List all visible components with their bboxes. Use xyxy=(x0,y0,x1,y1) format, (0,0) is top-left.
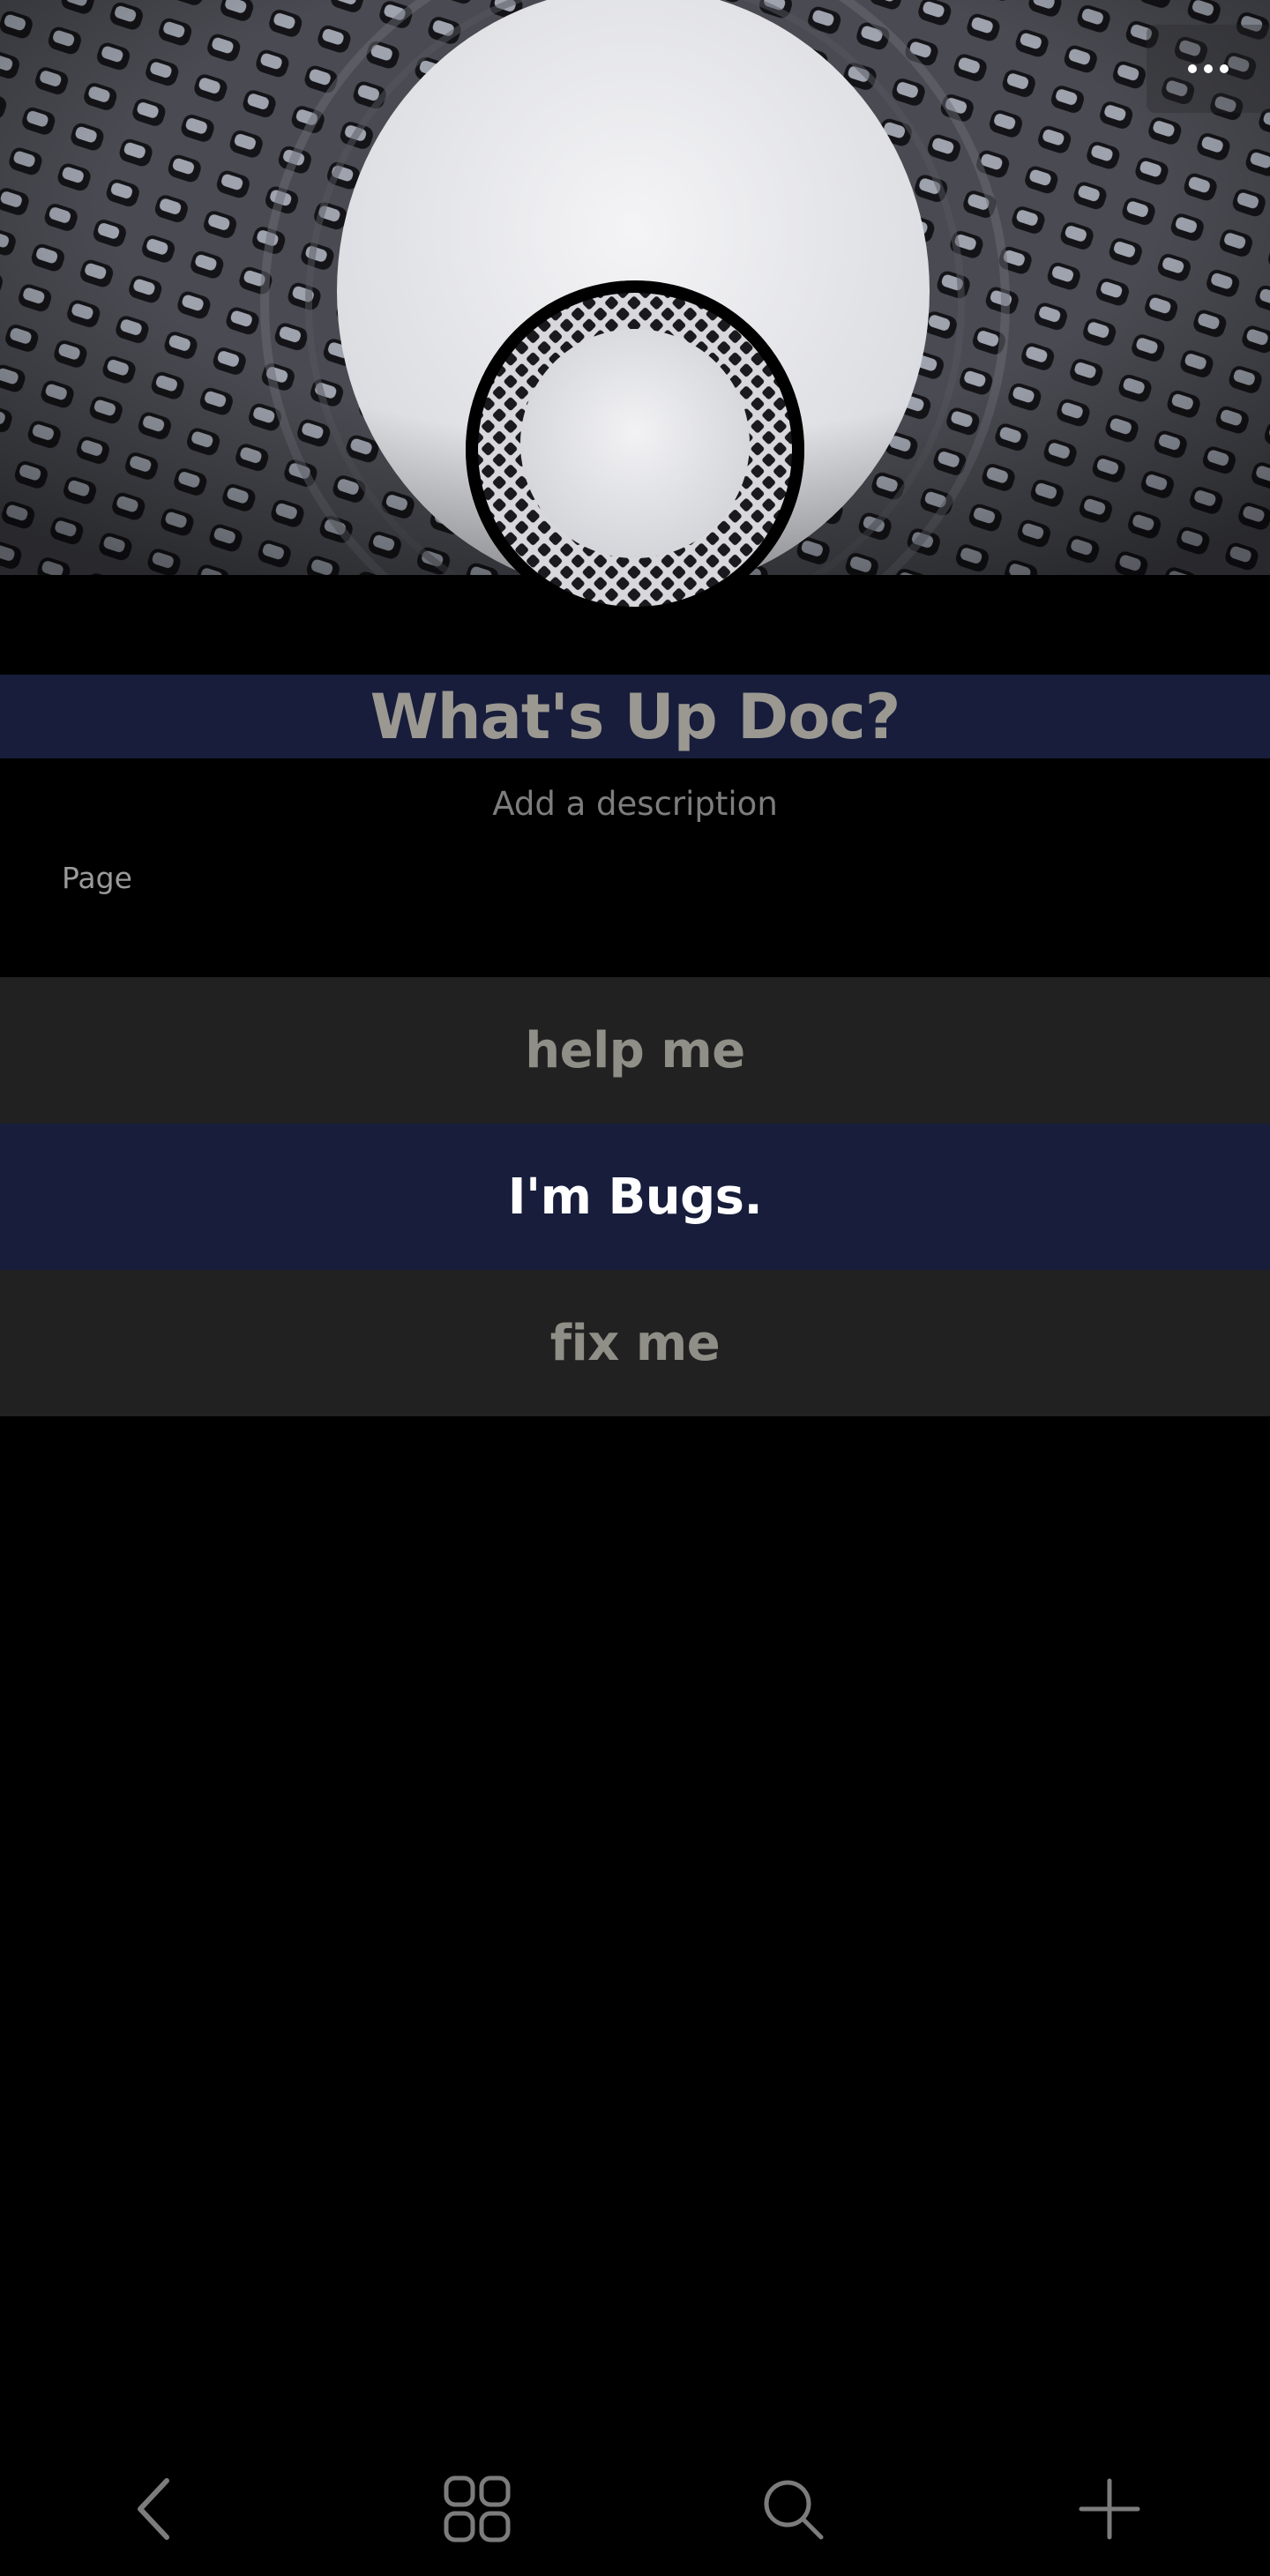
link-item-fix-me[interactable]: fix me xyxy=(0,1270,1270,1416)
back-button[interactable] xyxy=(88,2443,220,2575)
link-item-im-bugs[interactable]: I'm Bugs. xyxy=(0,1124,1270,1270)
search-button[interactable] xyxy=(727,2443,859,2575)
add-button[interactable] xyxy=(1043,2443,1176,2575)
title-bar: What's Up Doc? xyxy=(0,675,1270,758)
more-horizontal-icon xyxy=(1188,64,1229,73)
description-field[interactable]: Add a description xyxy=(0,785,1270,823)
section-label: Page xyxy=(62,861,132,895)
plus-icon xyxy=(1079,2478,1140,2540)
link-item-help-me[interactable]: help me xyxy=(0,977,1270,1124)
more-options-button[interactable] xyxy=(1147,25,1270,113)
grid-icon xyxy=(444,2475,511,2542)
avatar-image xyxy=(466,280,804,619)
bottom-navigation xyxy=(0,2443,1270,2575)
grid-button[interactable] xyxy=(411,2443,543,2575)
page-title[interactable]: What's Up Doc? xyxy=(370,686,901,748)
link-label: fix me xyxy=(549,1314,721,1372)
back-icon xyxy=(138,2478,169,2540)
profile-avatar[interactable] xyxy=(466,280,804,619)
search-icon xyxy=(764,2480,824,2540)
link-label: I'm Bugs. xyxy=(507,1168,763,1226)
link-list: help me I'm Bugs. fix me xyxy=(0,977,1270,1416)
link-label: help me xyxy=(525,1021,745,1079)
